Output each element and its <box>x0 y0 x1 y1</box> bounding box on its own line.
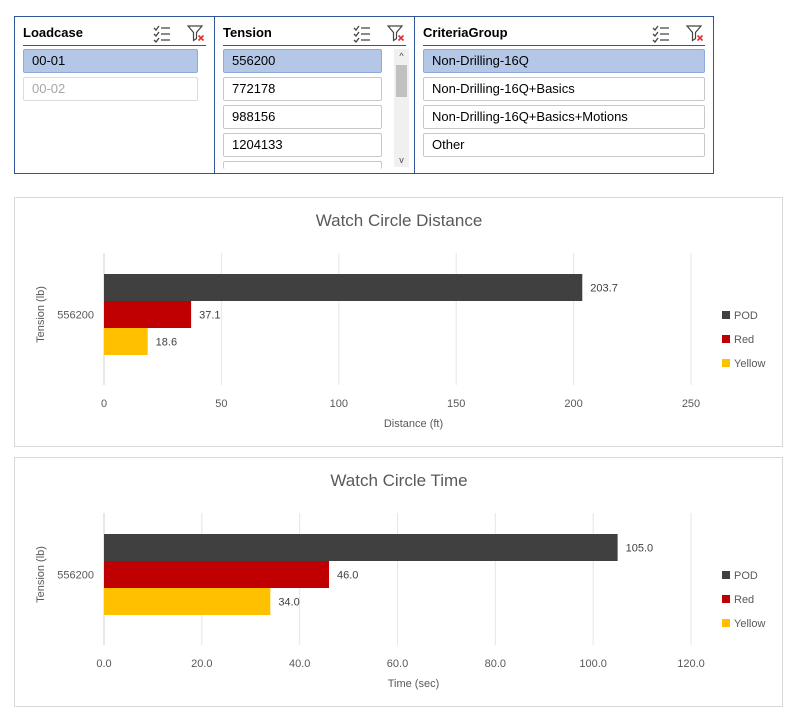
legend-label: Red <box>734 334 754 346</box>
y-axis-title: Tension (lb) <box>35 286 47 343</box>
x-tick-label: 40.0 <box>289 658 310 670</box>
x-tick-label: 250 <box>682 398 700 410</box>
x-tick-label: 20.0 <box>191 658 212 670</box>
x-tick-label: 50 <box>215 398 227 410</box>
distance-chart-svg: Watch Circle Distance 0 50 100 150 200 250 203.… <box>35 211 765 430</box>
legend-swatch-pod <box>722 311 730 319</box>
legend-swatch-yellow <box>722 619 730 627</box>
multi-select-icon[interactable] <box>152 23 172 43</box>
y-tick-label: 556200 <box>57 570 94 582</box>
bar-yellow <box>104 588 271 615</box>
slicer-item[interactable]: 00-02 <box>23 77 198 101</box>
time-chart[interactable]: Watch Circle Time 0.0 20.0 40.0 60.0 80.0 100.… <box>14 457 783 707</box>
x-tick-label: 100.0 <box>579 658 607 670</box>
slicer-title: CriteriaGroup <box>423 25 508 40</box>
slicer-criteriagroup: CriteriaGroup Non-Drilling-16Q Non-Drill… <box>414 16 714 174</box>
legend-label: POD <box>734 570 758 582</box>
slicer-title: Loadcase <box>23 25 83 40</box>
clear-filter-icon[interactable] <box>685 23 705 43</box>
x-axis-title: Time (sec) <box>388 678 440 690</box>
bar-red <box>104 561 330 588</box>
slicer-title: Tension <box>223 25 272 40</box>
multi-select-icon[interactable] <box>352 23 372 43</box>
slicer-item[interactable]: 00-01 <box>23 49 198 73</box>
chart-title: Watch Circle Time <box>330 471 467 490</box>
legend-label: POD <box>734 310 758 322</box>
x-tick-label: 150 <box>447 398 465 410</box>
slicer-item[interactable]: Non-Drilling-16Q+Basics <box>423 77 705 101</box>
data-label: 18.6 <box>156 337 177 349</box>
bar-red <box>104 301 192 328</box>
slicer-item[interactable]: Non-Drilling-16Q+Basics+Motions <box>423 105 705 129</box>
slicer-item[interactable]: 556200 <box>223 49 382 73</box>
x-tick-label: 0 <box>101 398 107 410</box>
slicer-header: CriteriaGroup <box>423 21 705 46</box>
legend-swatch-yellow <box>722 359 730 367</box>
y-axis-title: Tension (lb) <box>35 546 47 603</box>
slicer-tension: Tension 556200 772178 988156 1204133 ^ v <box>214 16 415 174</box>
x-tick-label: 60.0 <box>387 658 408 670</box>
data-label: 203.7 <box>590 283 618 295</box>
x-tick-label: 200 <box>564 398 582 410</box>
slicer-item[interactable]: 772178 <box>223 77 382 101</box>
chart-title: Watch Circle Distance <box>316 211 483 230</box>
x-axis-title: Distance (ft) <box>384 418 443 430</box>
legend-label: Yellow <box>734 618 765 630</box>
x-tick-label: 100 <box>330 398 348 410</box>
x-tick-label: 80.0 <box>485 658 506 670</box>
data-label: 34.0 <box>278 597 299 609</box>
legend-label: Yellow <box>734 358 765 370</box>
data-label: 46.0 <box>337 570 358 582</box>
data-label: 37.1 <box>199 310 220 322</box>
scroll-down-arrow-icon[interactable]: v <box>394 153 409 167</box>
scrollbar-thumb[interactable] <box>396 65 407 97</box>
bar-pod <box>104 274 583 301</box>
data-label: 105.0 <box>626 543 654 555</box>
bar-pod <box>104 534 618 561</box>
x-tick-label: 120.0 <box>677 658 705 670</box>
time-chart-svg: Watch Circle Time 0.0 20.0 40.0 60.0 80.0 100.… <box>35 471 765 690</box>
slicer-item-partial[interactable] <box>223 161 382 169</box>
bar-yellow <box>104 328 148 355</box>
clear-filter-icon[interactable] <box>386 23 406 43</box>
x-tick-label: 0.0 <box>96 658 111 670</box>
multi-select-icon[interactable] <box>651 23 671 43</box>
y-tick-label: 556200 <box>57 310 94 322</box>
vertical-scrollbar[interactable]: ^ v <box>394 49 409 167</box>
slicer-item[interactable]: Non-Drilling-16Q <box>423 49 705 73</box>
clear-filter-icon[interactable] <box>186 23 206 43</box>
slicer-item[interactable]: 1204133 <box>223 133 382 157</box>
distance-chart[interactable]: Watch Circle Distance 0 50 100 150 200 250 203.… <box>14 197 783 447</box>
legend-swatch-red <box>722 335 730 343</box>
legend-label: Red <box>734 594 754 606</box>
scroll-up-arrow-icon[interactable]: ^ <box>394 49 409 63</box>
slicer-item[interactable]: Other <box>423 133 705 157</box>
slicer-item[interactable]: 988156 <box>223 105 382 129</box>
slicer-header: Tension <box>223 21 406 46</box>
legend-swatch-red <box>722 595 730 603</box>
legend-swatch-pod <box>722 571 730 579</box>
slicer-loadcase: Loadcase 00-01 00-02 <box>14 16 215 174</box>
slicer-header: Loadcase <box>23 21 206 46</box>
